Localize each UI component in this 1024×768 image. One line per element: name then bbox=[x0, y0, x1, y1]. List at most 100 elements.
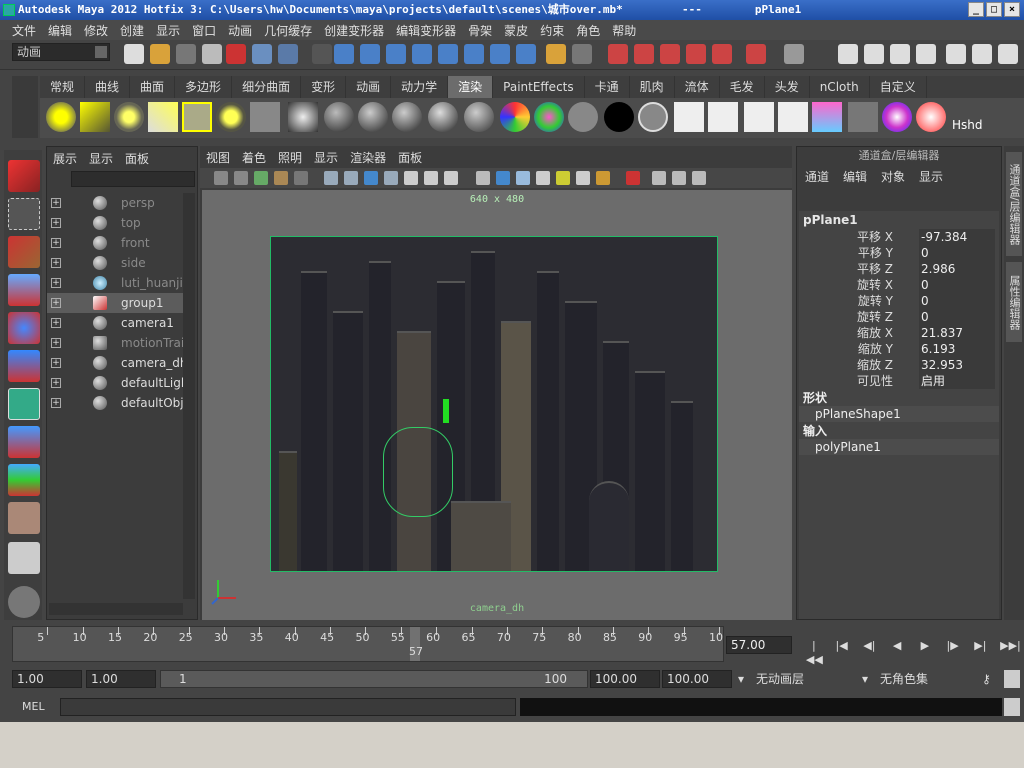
hypershade-shelf-button[interactable]: Hshd bbox=[952, 102, 988, 132]
channel-value[interactable]: 启用 bbox=[919, 373, 995, 389]
shelf-tab-polygons[interactable]: 多边形 bbox=[175, 76, 233, 98]
anim-layer-dropdown[interactable]: 无动画层 bbox=[756, 670, 804, 688]
wireframe-on-shaded-icon[interactable] bbox=[516, 171, 530, 185]
shelf-tab-animation[interactable]: 动画 bbox=[346, 76, 392, 98]
expand-icon[interactable]: + bbox=[51, 318, 61, 328]
viewport-menu-shading[interactable]: 着色 bbox=[242, 149, 266, 166]
safe-title-icon[interactable] bbox=[444, 171, 458, 185]
menu-create[interactable]: 创建 bbox=[114, 22, 150, 39]
step-back-key-icon[interactable]: |◀ bbox=[834, 639, 850, 653]
high-quality-icon[interactable] bbox=[596, 171, 610, 185]
camera-attributes-icon[interactable] bbox=[234, 171, 248, 185]
viewport-menu-show[interactable]: 显示 bbox=[314, 149, 338, 166]
smooth-shade-icon[interactable] bbox=[496, 171, 510, 185]
use-background-icon[interactable] bbox=[604, 102, 634, 132]
shelf-tab-rendering[interactable]: 渲染 bbox=[448, 76, 494, 98]
channel-box-menu-object[interactable]: 对象 bbox=[881, 168, 905, 185]
lambert-icon[interactable] bbox=[324, 102, 354, 132]
open-scene-icon[interactable] bbox=[150, 44, 170, 64]
shelf-tab-fluids[interactable]: 流体 bbox=[675, 76, 720, 98]
render-layer-icon[interactable] bbox=[848, 102, 878, 132]
script-language-toggle[interactable]: MEL bbox=[14, 698, 58, 716]
x-ray-joints-icon[interactable] bbox=[672, 171, 686, 185]
channel-row[interactable]: 缩放 X 21.837 bbox=[799, 325, 999, 341]
snap-plane-icon[interactable] bbox=[412, 44, 432, 64]
viewport-menu-panels[interactable]: 面板 bbox=[398, 149, 422, 166]
key-icon[interactable]: ⚷ bbox=[982, 670, 991, 688]
snap-grid-icon[interactable] bbox=[334, 44, 354, 64]
outliner-filter-input[interactable] bbox=[71, 171, 195, 187]
shelf-tab-muscle[interactable]: 肌肉 bbox=[630, 76, 675, 98]
command-input[interactable] bbox=[60, 698, 516, 716]
maximize-button[interactable]: □ bbox=[986, 2, 1002, 17]
new-scene-icon[interactable] bbox=[124, 44, 144, 64]
anim-layer-arrow-icon[interactable]: ▾ bbox=[738, 670, 744, 688]
paint-shader-icon[interactable] bbox=[882, 102, 912, 132]
script-editor-icon[interactable] bbox=[1004, 698, 1020, 716]
expand-icon[interactable]: + bbox=[51, 218, 61, 228]
play-forward-icon[interactable]: ▶ bbox=[917, 639, 933, 653]
go-to-start-icon[interactable]: |◀◀ bbox=[806, 639, 823, 666]
menu-skin[interactable]: 蒙皮 bbox=[498, 22, 534, 39]
image-plane-icon[interactable] bbox=[274, 171, 288, 185]
construction-history-icon[interactable] bbox=[572, 44, 592, 64]
shelf-toggle-icon[interactable] bbox=[972, 44, 992, 64]
shelf-tab-subdivs[interactable]: 细分曲面 bbox=[232, 76, 302, 98]
viewport-menu-lighting[interactable]: 照明 bbox=[278, 149, 302, 166]
volume-light-icon[interactable] bbox=[216, 102, 246, 132]
channel-value[interactable]: -97.384 bbox=[919, 229, 995, 245]
expand-icon[interactable]: + bbox=[51, 398, 61, 408]
input-node[interactable]: polyPlane1 bbox=[799, 439, 999, 455]
outliner-menu-display[interactable]: 显示 bbox=[89, 150, 113, 167]
move-tool-icon[interactable] bbox=[8, 274, 40, 306]
snap-point-icon[interactable] bbox=[386, 44, 406, 64]
menu-edit-deformers[interactable]: 编辑变形器 bbox=[390, 22, 462, 39]
shelf-options[interactable] bbox=[12, 76, 38, 138]
animation-prefs-icon[interactable] bbox=[1004, 670, 1020, 688]
select-camera-icon[interactable] bbox=[214, 171, 228, 185]
shelf-tab-custom[interactable]: 自定义 bbox=[870, 76, 927, 98]
menu-edit[interactable]: 编辑 bbox=[42, 22, 78, 39]
resolution-gate-icon[interactable] bbox=[364, 171, 378, 185]
shelf-tab-curves[interactable]: 曲线 bbox=[85, 76, 131, 98]
layered-shader-icon[interactable] bbox=[500, 102, 530, 132]
outliner-item[interactable]: + camera1 bbox=[47, 313, 183, 333]
point-light-icon[interactable] bbox=[114, 102, 144, 132]
channel-row[interactable]: 平移 Z 2.986 bbox=[799, 261, 999, 277]
backface-culling-icon[interactable] bbox=[692, 171, 706, 185]
start-time-field[interactable]: 1.00 bbox=[12, 670, 82, 688]
bookmarks-icon[interactable] bbox=[254, 171, 268, 185]
layer-editor-icon[interactable] bbox=[916, 44, 936, 64]
shelf-tab-fur[interactable]: 毛发 bbox=[720, 76, 765, 98]
attribute-editor-icon[interactable] bbox=[838, 44, 858, 64]
render-snapshot-icon[interactable] bbox=[746, 44, 766, 64]
channel-value[interactable]: 6.193 bbox=[919, 341, 995, 357]
render-check-icon[interactable] bbox=[778, 102, 808, 132]
anisotropic-icon[interactable] bbox=[464, 102, 494, 132]
range-slider[interactable]: 1 100 bbox=[160, 670, 588, 688]
shelf-tab-surfaces[interactable]: 曲面 bbox=[130, 76, 176, 98]
paint-select-icon[interactable] bbox=[8, 236, 40, 268]
sidebar-toggle-icon[interactable] bbox=[998, 44, 1018, 64]
menu-animate[interactable]: 动画 bbox=[222, 22, 258, 39]
ipr-render-icon[interactable] bbox=[634, 44, 654, 64]
menu-constrain[interactable]: 约束 bbox=[534, 22, 570, 39]
expand-icon[interactable]: + bbox=[51, 298, 61, 308]
safe-action-icon[interactable] bbox=[424, 171, 438, 185]
channel-value[interactable]: 0 bbox=[919, 245, 995, 261]
channel-value[interactable]: 0 bbox=[919, 293, 995, 309]
select-tool-icon[interactable] bbox=[8, 160, 40, 192]
channel-box-object-name[interactable]: pPlane1 bbox=[799, 211, 999, 229]
help-question-icon[interactable] bbox=[516, 44, 536, 64]
end-time-field[interactable]: 100.00 bbox=[662, 670, 732, 688]
rotate-tool-icon[interactable] bbox=[8, 312, 40, 344]
x-ray-icon[interactable] bbox=[652, 171, 666, 185]
single-perspective-layout-icon[interactable] bbox=[8, 542, 40, 574]
textured-icon[interactable] bbox=[536, 171, 550, 185]
minimize-button[interactable]: _ bbox=[968, 2, 984, 17]
lock-icon[interactable] bbox=[546, 44, 566, 64]
surface-shader-icon[interactable] bbox=[568, 102, 598, 132]
channel-box-menu-show[interactable]: 显示 bbox=[919, 168, 943, 185]
ipr-clapper-icon[interactable] bbox=[708, 102, 738, 132]
camera-aim-icon[interactable] bbox=[250, 102, 280, 132]
